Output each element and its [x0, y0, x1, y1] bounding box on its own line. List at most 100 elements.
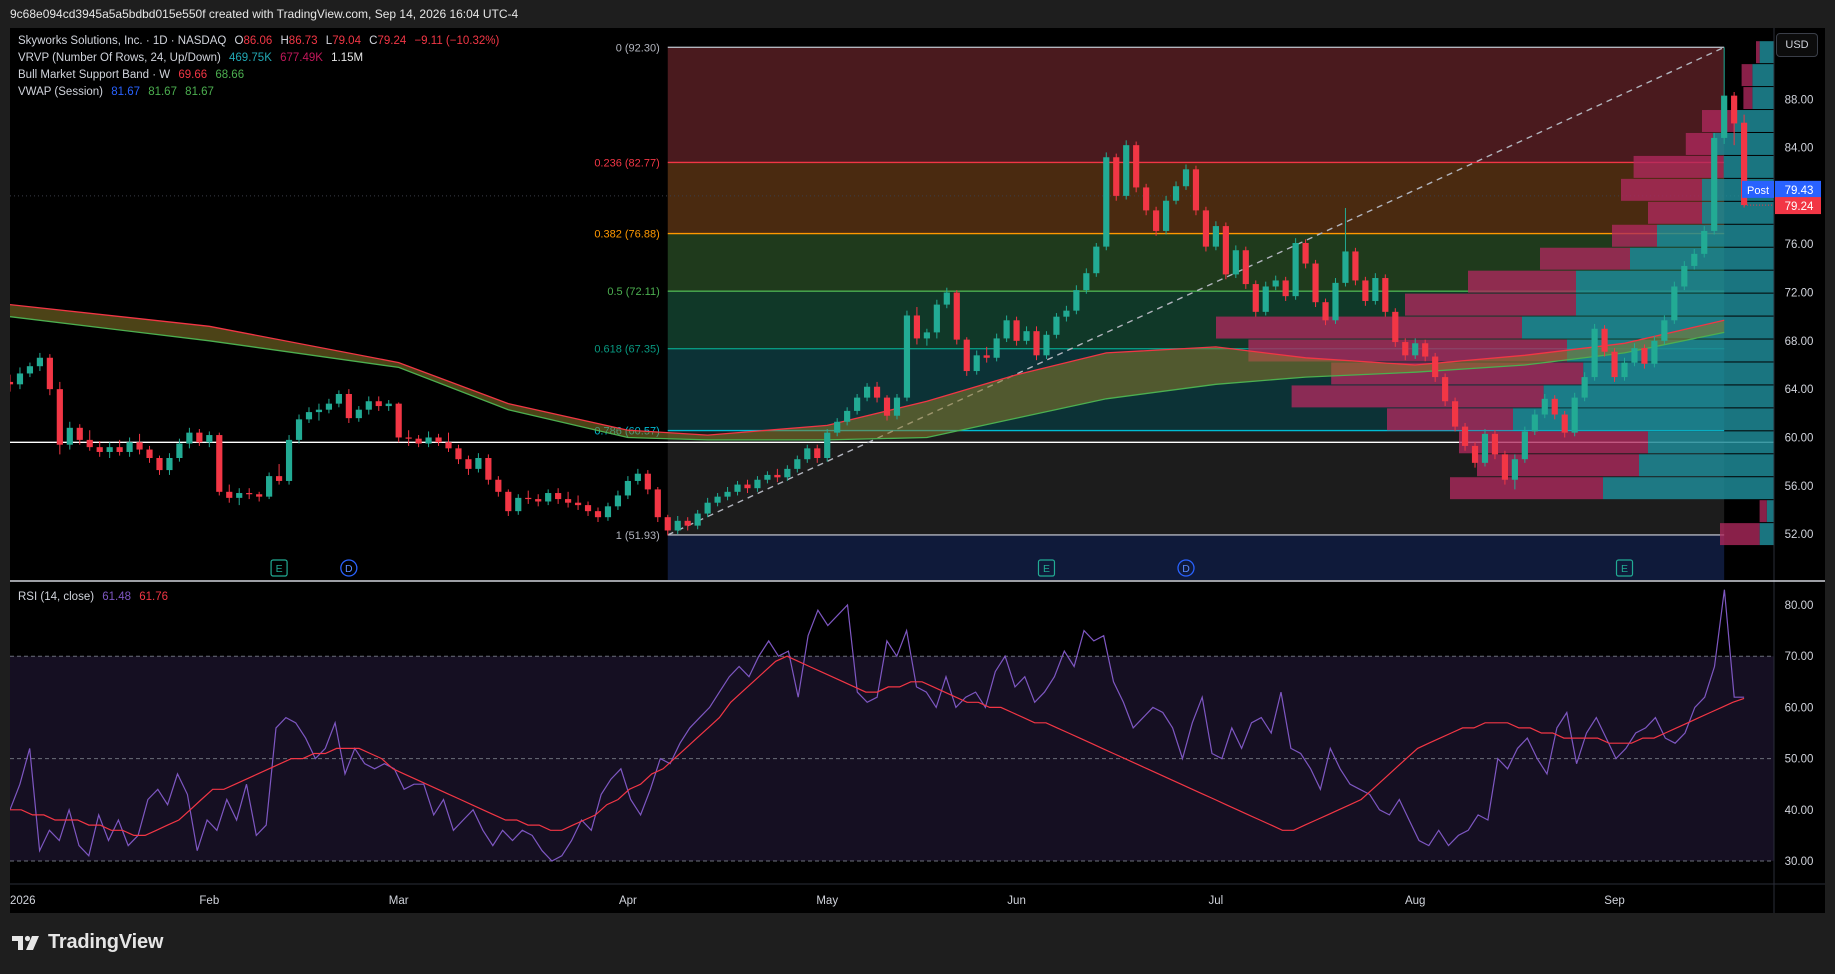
chart-svg[interactable]: 0 (92.30) 0.236 (82.77) 0.382 (76.88) 0.5 (… [0, 0, 1835, 974]
volume-profile-down-9 [1216, 316, 1522, 339]
candle-body [614, 495, 622, 507]
volume-profile-down-3 [1477, 454, 1639, 477]
candle-body [1611, 351, 1618, 378]
time-tick-label: 2026 [10, 895, 36, 907]
candle-body [824, 432, 831, 459]
rsi-name: RSI (14, close) [18, 591, 95, 603]
candle-body [993, 338, 1000, 358]
candle-body [1113, 157, 1120, 196]
candle-body [983, 355, 990, 358]
fib-level-label-6: 1 (51.93) [616, 530, 660, 542]
candle-body [186, 432, 193, 444]
time-tick-label: Aug [1405, 895, 1425, 907]
candle-body [1332, 282, 1339, 321]
dividend-marker-label: D [345, 563, 353, 575]
rsi-tick-label: 40.00 [1785, 805, 1814, 817]
candle-body [1033, 331, 1040, 356]
candle-body [1551, 398, 1558, 415]
dividend-marker-label: D [1182, 563, 1190, 575]
candle-body [10, 381, 14, 385]
rsi-tick-label: 80.00 [1785, 600, 1814, 612]
candle-body [525, 497, 532, 500]
candle-body [724, 491, 731, 497]
candle-body [893, 397, 901, 416]
candle-body [246, 493, 253, 495]
candle-body [1571, 397, 1578, 433]
candle-body [1322, 302, 1329, 321]
rsi-value-1: 61.48 [102, 591, 132, 603]
rsi-tick-label: 60.00 [1785, 702, 1814, 714]
candle-body [1153, 210, 1160, 231]
candle-body [56, 389, 63, 445]
legend-bmsb[interactable]: Bull Market Support Band · W 69.66 68.66 [18, 67, 244, 83]
candle-body [1063, 310, 1070, 317]
change-value: −9.11 (−10.32%) [414, 35, 500, 47]
fib-zone-0 [667, 47, 1725, 163]
volume-profile-down-1 [1759, 500, 1767, 523]
candle-body [355, 409, 362, 419]
footer: TradingView [0, 913, 1835, 974]
candle-body [1661, 320, 1668, 341]
candle-body [584, 505, 592, 512]
candle-body [1172, 186, 1180, 201]
candle-body [535, 499, 542, 502]
vrvp-name: VRVP (Number Of Rows, 24, Up/Down) [18, 52, 221, 64]
candle-body [634, 473, 641, 481]
time-tick-label: Jul [1209, 895, 1224, 907]
open-value: 86.06 [243, 35, 273, 47]
candle-body [1162, 200, 1170, 231]
candle-body [674, 520, 681, 531]
rsi-tick-label: 50.00 [1785, 754, 1814, 766]
candle-body [275, 476, 283, 481]
legend-vwap[interactable]: VWAP (Session) 81.67 81.67 81.67 [18, 84, 214, 100]
rsi-tick-label: 30.00 [1785, 856, 1814, 868]
candle-body [1292, 243, 1299, 297]
candle-body [784, 468, 791, 478]
candle-body [285, 439, 293, 481]
candle-body [485, 458, 492, 480]
tradingview-logo[interactable]: TradingView [12, 931, 163, 954]
candle-body [704, 502, 711, 514]
candle-body [1182, 169, 1190, 187]
candle-body [1023, 331, 1030, 341]
volume-profile-up-18 [1734, 110, 1774, 132]
candle-body [794, 459, 801, 469]
legend-vrvp[interactable]: VRVP (Number Of Rows, 24, Up/Down) 469.7… [18, 50, 363, 66]
candle-body [1232, 250, 1239, 275]
legend-rsi[interactable]: RSI (14, close) 61.48 61.76 [18, 589, 168, 605]
candle-body [36, 357, 43, 367]
candle-body [256, 494, 263, 497]
volume-profile-up-16 [1723, 155, 1774, 178]
candle-body [1541, 398, 1548, 415]
candle-body [505, 491, 512, 512]
candle-body [216, 435, 223, 492]
candle-body [814, 448, 821, 459]
volume-profile-down-17 [1685, 132, 1713, 155]
candle-body [804, 448, 811, 460]
tradingview-logo-icon [12, 935, 39, 950]
candle-body [515, 497, 522, 512]
price-tick-label: 88.00 [1785, 94, 1814, 106]
candle-body [1043, 334, 1050, 356]
vwap-value-1: 81.67 [111, 86, 140, 98]
price-tick-label: 60.00 [1785, 432, 1814, 444]
candle-body [654, 489, 661, 518]
vwap-name: VWAP (Session) [18, 86, 103, 98]
candle-body [1192, 169, 1200, 211]
candle-body [594, 511, 602, 518]
candle-body [1282, 280, 1289, 297]
currency-button[interactable]: USD [1776, 33, 1818, 57]
volume-profile-up-21 [1759, 41, 1774, 64]
price-tick-label: 68.00 [1785, 336, 1814, 348]
volume-profile-down-6 [1291, 385, 1544, 408]
candle-body [76, 427, 83, 440]
fib-level-label-1: 0.236 (82.77) [594, 157, 659, 169]
candle-body [923, 332, 930, 339]
candle-body [1491, 433, 1499, 455]
volume-profile-up-4 [1648, 431, 1774, 454]
candle-body [545, 493, 552, 502]
rsi-tick-label: 70.00 [1785, 651, 1814, 663]
volume-profile-down-0 [1720, 523, 1760, 546]
candle-body [1402, 342, 1409, 356]
time-tick-label: Jun [1007, 895, 1026, 907]
